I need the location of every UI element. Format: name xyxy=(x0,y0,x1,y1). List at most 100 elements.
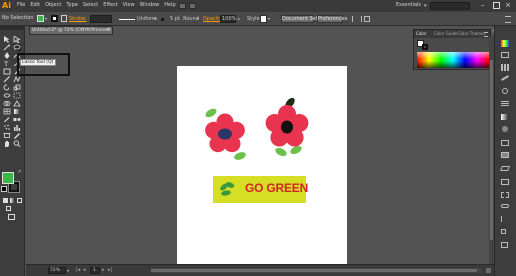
app-logo[interactable]: Ai xyxy=(2,1,11,11)
minimize-icon[interactable]: – xyxy=(481,1,485,10)
gradient-mode-icon[interactable] xyxy=(10,198,15,203)
lasso-tool[interactable] xyxy=(13,44,21,51)
chevron-right-icon[interactable]: ▸ xyxy=(238,16,240,21)
first-artboard-icon[interactable]: |◂ xyxy=(76,267,80,273)
style-swatch[interactable] xyxy=(260,15,267,23)
flower-left[interactable] xyxy=(204,107,247,161)
shape-builder-tool[interactable] xyxy=(3,100,11,107)
menu-edit[interactable]: Edit xyxy=(30,2,40,10)
align-icon[interactable] xyxy=(352,16,362,22)
symbols-icon[interactable] xyxy=(502,88,508,94)
document-tab[interactable]: Untitled-2* @ 72% (CMYK/Preview) × xyxy=(29,26,113,35)
magic-wand-tool[interactable] xyxy=(3,44,11,51)
stroke-panel-icon[interactable] xyxy=(501,101,509,102)
menu-help[interactable]: Help xyxy=(164,2,175,10)
type-tool[interactable]: T xyxy=(3,60,11,68)
chevron-down-icon[interactable]: ▾ xyxy=(268,16,270,21)
stroke-weight-field[interactable] xyxy=(90,15,112,23)
tab-color-guide[interactable]: Color Guide xyxy=(434,30,457,37)
stroke-swatch[interactable] xyxy=(51,15,58,22)
appearance-icon[interactable] xyxy=(501,140,509,146)
color-spectrum[interactable] xyxy=(417,52,489,68)
graphic-styles-icon[interactable] xyxy=(501,152,509,158)
menu-file[interactable]: File xyxy=(17,2,25,10)
last-artboard-icon[interactable]: ▸| xyxy=(108,267,112,273)
preferences-button[interactable]: Preferences xyxy=(317,15,347,23)
menu-object[interactable]: Object xyxy=(45,2,61,10)
selection-tool[interactable] xyxy=(3,36,11,43)
opacity-field[interactable]: 100% xyxy=(220,15,236,23)
document-setup-button[interactable]: Document Setup xyxy=(281,15,324,23)
slice-tool[interactable] xyxy=(13,132,21,139)
blend-tool[interactable] xyxy=(13,116,21,123)
resize-handle[interactable] xyxy=(486,268,491,273)
free-transform-tool[interactable] xyxy=(13,92,21,99)
none-mode-icon[interactable] xyxy=(17,198,22,203)
artboard-tool[interactable] xyxy=(3,132,11,139)
swap-icon[interactable]: ↗ xyxy=(17,169,21,175)
transform-panel-icon[interactable] xyxy=(501,242,508,248)
artboard-number-field[interactable]: 1 xyxy=(90,267,100,274)
menu-view[interactable]: View xyxy=(123,2,135,10)
align-panel-icon[interactable] xyxy=(501,216,510,222)
vertical-scrollbar[interactable] xyxy=(489,36,494,264)
screen-mode-icon[interactable] xyxy=(8,214,15,220)
close-icon[interactable]: × xyxy=(505,1,511,10)
workspace-switcher[interactable]: Essentials xyxy=(396,2,421,9)
stroke-swatch-alt[interactable] xyxy=(61,15,67,22)
column-graph-tool[interactable] xyxy=(13,124,21,131)
mesh-tool[interactable] xyxy=(3,108,11,115)
rotate-tool[interactable] xyxy=(3,84,11,91)
tab-color[interactable]: Color xyxy=(416,30,426,37)
tab-color-themes[interactable]: Color Themes xyxy=(458,30,486,37)
zoom-tool[interactable] xyxy=(13,140,21,147)
direct-selection-tool[interactable] xyxy=(13,36,21,43)
horizontal-scroll-thumb[interactable] xyxy=(151,269,477,272)
perspective-grid-tool[interactable] xyxy=(13,100,21,107)
menu-effect[interactable]: Effect xyxy=(103,2,117,10)
color-guide-icon[interactable] xyxy=(501,52,509,58)
chevron-down-icon[interactable]: ▾ xyxy=(45,16,47,21)
artboards-icon[interactable] xyxy=(501,179,509,185)
arrange-icon[interactable] xyxy=(189,3,196,9)
chevron-down-icon[interactable]: ▾ xyxy=(67,268,69,273)
links-icon[interactable] xyxy=(501,204,509,208)
brush-dropdown[interactable]: 5 pt. Round xyxy=(170,16,199,23)
menu-select[interactable]: Select xyxy=(83,2,98,10)
gradient-tool[interactable] xyxy=(13,108,21,115)
horizontal-scrollbar[interactable] xyxy=(151,268,481,273)
asset-export-icon[interactable] xyxy=(501,192,509,198)
swatches-icon[interactable] xyxy=(501,64,509,71)
transparency-icon[interactable] xyxy=(502,126,508,132)
menu-type[interactable]: Type xyxy=(66,2,77,10)
chevron-down-icon[interactable]: ▾ xyxy=(197,16,199,21)
pen-tool[interactable] xyxy=(3,52,11,59)
default-colors-icon[interactable] xyxy=(1,186,7,192)
menu-icon[interactable] xyxy=(505,16,511,23)
transform-icon[interactable] xyxy=(364,16,370,22)
search-field[interactable] xyxy=(430,2,470,10)
symbol-sprayer-tool[interactable] xyxy=(3,124,11,131)
menu-window[interactable]: Window xyxy=(140,2,160,10)
prev-artboard-icon[interactable]: ◂ xyxy=(83,267,86,273)
panel-stroke-swatch[interactable] xyxy=(422,44,428,50)
draw-mode-icon[interactable] xyxy=(6,206,11,211)
fill-color-box[interactable] xyxy=(2,172,14,184)
gradient-panel-icon[interactable] xyxy=(501,114,509,120)
rectangle-tool[interactable] xyxy=(3,68,11,75)
brushes-icon[interactable] xyxy=(501,75,509,81)
chevron-down-icon[interactable]: ▾ xyxy=(154,16,156,21)
color-mode-icon[interactable] xyxy=(3,198,8,203)
shaper-tool[interactable] xyxy=(13,76,21,83)
tools-panel-grip[interactable] xyxy=(0,26,25,30)
color-panel-icon[interactable] xyxy=(501,40,509,47)
hand-tool[interactable] xyxy=(3,140,11,147)
pathfinder-icon[interactable] xyxy=(501,229,506,234)
flower-right[interactable] xyxy=(265,96,309,158)
maximize-icon[interactable] xyxy=(493,2,500,9)
bridge-icon[interactable] xyxy=(179,3,186,9)
layers-icon[interactable] xyxy=(500,166,510,171)
close-icon[interactable]: × xyxy=(106,26,111,34)
vertical-scroll-thumb[interactable] xyxy=(490,60,493,240)
eyedropper-tool[interactable] xyxy=(3,116,11,123)
